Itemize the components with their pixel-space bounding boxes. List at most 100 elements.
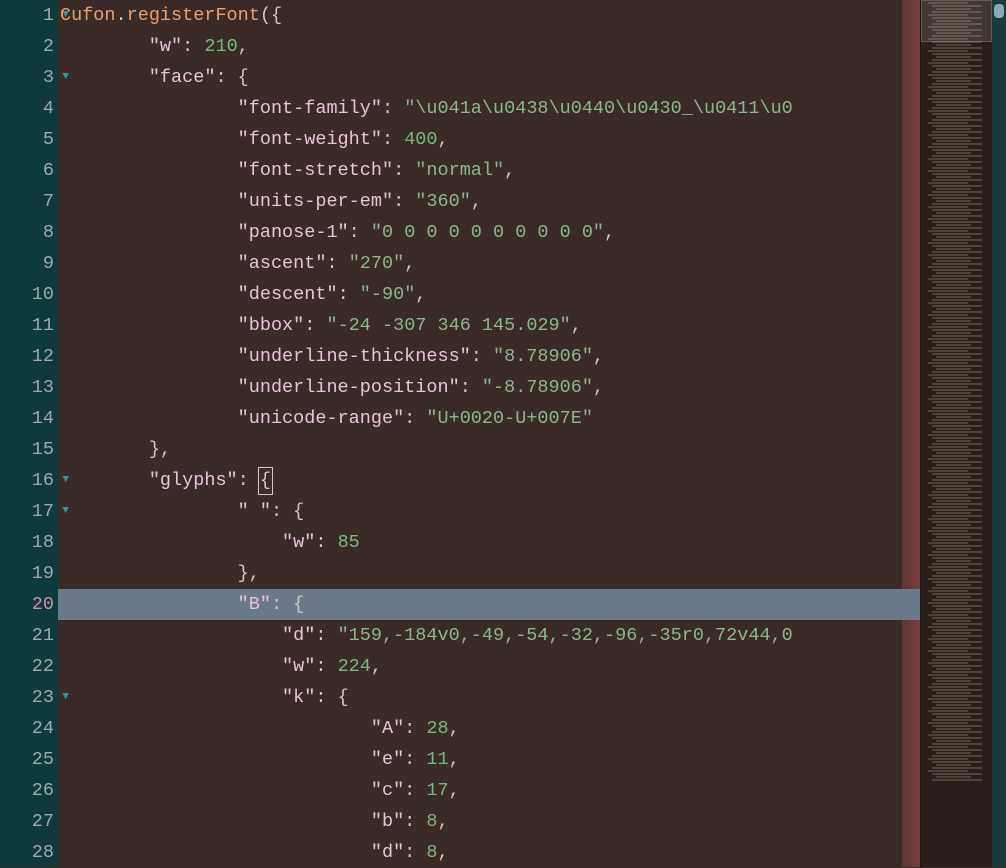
line-number[interactable]: 14 xyxy=(0,403,58,434)
code-line[interactable]: "units-per-em": "360", xyxy=(58,186,920,217)
code-token: registerFont xyxy=(127,5,260,26)
line-number-gutter[interactable]: 1▼23▼45678910111213141516▼17▼181920▼2122… xyxy=(0,0,58,867)
line-number[interactable]: 8 xyxy=(0,217,58,248)
code-line[interactable]: Cufon.registerFont({ xyxy=(58,0,920,31)
code-line[interactable]: "underline-thickness": "8.78906", xyxy=(58,341,920,372)
line-number[interactable]: 1▼ xyxy=(0,0,58,31)
code-token: Cufon xyxy=(60,5,116,26)
code-line[interactable]: "e": 11, xyxy=(58,744,920,775)
code-line[interactable]: "descent": "-90", xyxy=(58,279,920,310)
code-line[interactable]: }, xyxy=(58,434,920,465)
code-token: : xyxy=(315,687,337,708)
line-number[interactable]: 11 xyxy=(0,310,58,341)
code-token: : xyxy=(315,656,337,677)
code-token: 210 xyxy=(204,36,237,57)
code-line[interactable]: "A": 28, xyxy=(58,713,920,744)
code-token: : xyxy=(271,594,293,615)
code-text-area[interactable]: Cufon.registerFont({ "w": 210, "face": {… xyxy=(58,0,920,867)
scrollbar-thumb[interactable] xyxy=(994,4,1004,18)
line-number[interactable]: 13 xyxy=(0,372,58,403)
minimap-content xyxy=(921,0,992,784)
line-number[interactable]: 4 xyxy=(0,93,58,124)
code-line[interactable]: "underline-position": "-8.78906", xyxy=(58,372,920,403)
code-token: 28 xyxy=(426,718,448,739)
code-line[interactable]: "font-family": "\u041a\u0438\u0440\u0430… xyxy=(58,93,920,124)
code-line[interactable]: "d": "159,-184v0,-49,-54,-32,-96,-35r0,7… xyxy=(58,620,920,651)
line-number[interactable]: 19 xyxy=(0,558,58,589)
line-number[interactable]: 15 xyxy=(0,434,58,465)
line-number[interactable]: 28 xyxy=(0,837,58,868)
code-token: "-90" xyxy=(360,284,416,305)
code-token: , xyxy=(604,222,615,243)
line-number[interactable]: 5 xyxy=(0,124,58,155)
code-token: : xyxy=(393,160,415,181)
code-token: "unicode-range" xyxy=(238,408,405,429)
code-token: : xyxy=(238,470,260,491)
line-number[interactable]: 16▼ xyxy=(0,465,58,496)
line-number[interactable]: 21 xyxy=(0,620,58,651)
code-token: , xyxy=(449,718,460,739)
line-number[interactable]: 7 xyxy=(0,186,58,217)
line-number[interactable]: 26 xyxy=(0,775,58,806)
code-token: , xyxy=(593,346,604,367)
code-line[interactable]: "bbox": "-24 -307 346 145.029", xyxy=(58,310,920,341)
code-line[interactable]: }, xyxy=(58,558,920,589)
code-line[interactable]: "font-stretch": "normal", xyxy=(58,155,920,186)
code-line[interactable]: "c": 17, xyxy=(58,775,920,806)
code-token: , xyxy=(404,253,415,274)
code-token: { xyxy=(238,67,249,88)
code-token: "font-family" xyxy=(238,98,382,119)
code-token: ( xyxy=(260,5,271,26)
code-line[interactable]: "d": 8, xyxy=(58,837,920,867)
code-token: "normal" xyxy=(415,160,504,181)
line-number[interactable]: 18 xyxy=(0,527,58,558)
line-number[interactable]: 27 xyxy=(0,806,58,837)
code-line[interactable]: "w": 224, xyxy=(58,651,920,682)
code-line[interactable]: "w": 85 xyxy=(58,527,920,558)
code-line[interactable]: "k": { xyxy=(58,682,920,713)
line-number[interactable]: 25 xyxy=(0,744,58,775)
code-token: 85 xyxy=(338,532,360,553)
code-token: , xyxy=(438,842,449,863)
code-token: "159,-184v0,-49,-54,-32,-96,-35r0,72v44,… xyxy=(338,625,793,646)
code-line[interactable]: "b": 8, xyxy=(58,806,920,837)
code-token: "units-per-em" xyxy=(238,191,393,212)
minimap[interactable] xyxy=(920,0,992,867)
code-line[interactable]: " ": { xyxy=(58,496,920,527)
code-line[interactable]: "face": { xyxy=(58,62,920,93)
code-token: "A" xyxy=(371,718,404,739)
line-number[interactable]: 9 xyxy=(0,248,58,279)
code-line[interactable]: "B": { xyxy=(58,589,920,620)
code-line[interactable]: "unicode-range": "U+0020-U+007E" xyxy=(58,403,920,434)
code-token: : xyxy=(382,98,404,119)
code-token: "d" xyxy=(282,625,315,646)
minimap-viewport[interactable] xyxy=(921,0,992,42)
code-line[interactable]: "ascent": "270", xyxy=(58,248,920,279)
line-number[interactable]: 24 xyxy=(0,713,58,744)
line-number[interactable]: 12 xyxy=(0,341,58,372)
vertical-scrollbar[interactable] xyxy=(992,0,1006,867)
code-token: "w" xyxy=(149,36,182,57)
code-line[interactable]: "font-weight": 400, xyxy=(58,124,920,155)
line-number[interactable]: 10 xyxy=(0,279,58,310)
code-line[interactable]: "glyphs": { xyxy=(58,465,920,496)
line-number[interactable]: 2 xyxy=(0,31,58,62)
code-token: : xyxy=(404,780,426,801)
code-token: "e" xyxy=(371,749,404,770)
line-number[interactable]: 20▼ xyxy=(0,589,58,620)
code-token: "-8.78906" xyxy=(482,377,593,398)
code-token: "d" xyxy=(371,842,404,863)
code-token: " " xyxy=(238,501,271,522)
line-number[interactable]: 3▼ xyxy=(0,62,58,93)
code-line[interactable]: "panose-1": "0 0 0 0 0 0 0 0 0 0", xyxy=(58,217,920,248)
code-token: "font-stretch" xyxy=(238,160,393,181)
code-token: _ xyxy=(682,98,693,119)
code-token: : xyxy=(471,346,493,367)
code-token: 8 xyxy=(426,842,437,863)
line-number[interactable]: 23▼ xyxy=(0,682,58,713)
line-number[interactable]: 6 xyxy=(0,155,58,186)
code-token: "360" xyxy=(415,191,471,212)
line-number[interactable]: 22 xyxy=(0,651,58,682)
line-number[interactable]: 17▼ xyxy=(0,496,58,527)
code-line[interactable]: "w": 210, xyxy=(58,31,920,62)
